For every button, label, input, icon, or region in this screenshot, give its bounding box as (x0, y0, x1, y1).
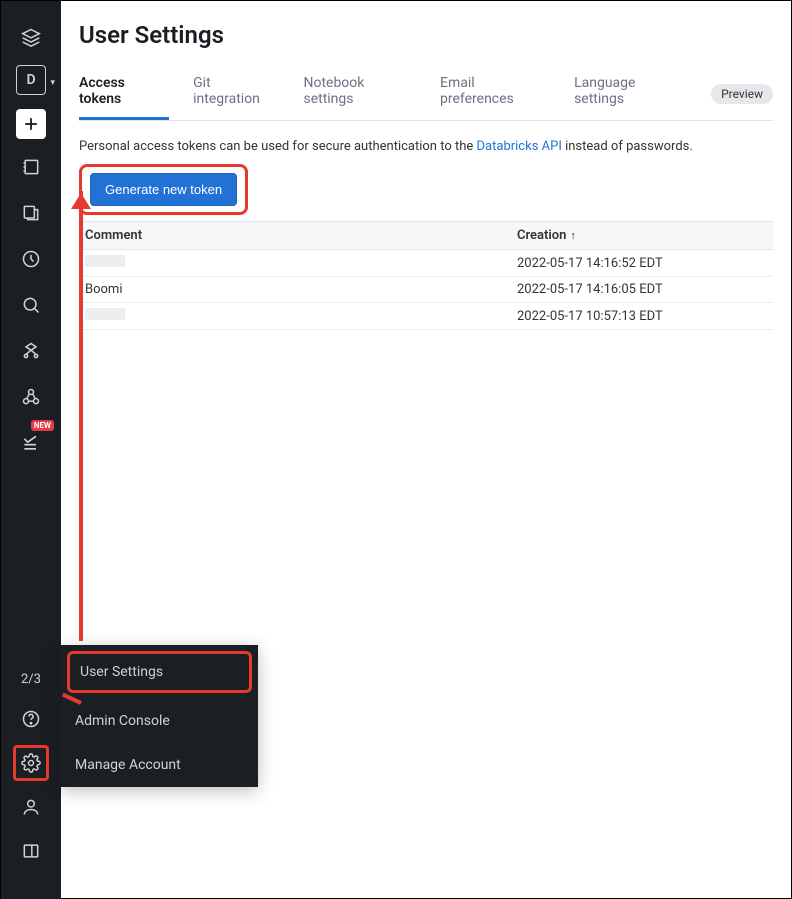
cell-creation: 2022-05-17 14:16:52 EDT (517, 255, 767, 271)
tokens-table: Comment Creation ↑ 2022-05-17 14:16:52 E… (79, 221, 773, 330)
table-row[interactable]: Boomi2022-05-17 14:16:05 EDT (79, 277, 773, 303)
info-text: Personal access tokens can be used for s… (79, 139, 773, 154)
counter-label: 2/3 (21, 672, 41, 687)
cell-creation: 2022-05-17 14:16:05 EDT (517, 282, 767, 297)
tab-email-preferences[interactable]: Email preferences (440, 67, 550, 120)
generate-highlight: Generate new token (79, 164, 248, 215)
col-creation[interactable]: Creation ↑ (517, 228, 767, 243)
search-icon[interactable] (13, 287, 49, 323)
main-content: User Settings Access tokens Git integrat… (61, 1, 791, 898)
compute-icon[interactable] (13, 379, 49, 415)
tab-git-integration[interactable]: Git integration (193, 67, 279, 120)
databricks-api-link[interactable]: Databricks API (477, 139, 562, 154)
preview-pill[interactable]: Preview (711, 84, 773, 104)
cell-comment (85, 255, 517, 271)
tab-notebook-settings[interactable]: Notebook settings (303, 67, 416, 120)
workflows-icon[interactable]: NEW (13, 425, 49, 461)
workspace-menu[interactable]: D ▾ (16, 65, 46, 95)
settings-icon[interactable] (13, 745, 49, 781)
table-header: Comment Creation ↑ (79, 221, 773, 250)
panel-icon[interactable] (13, 833, 49, 869)
chevron-down-icon: ▾ (50, 78, 55, 88)
user-icon[interactable] (13, 789, 49, 825)
help-icon[interactable] (13, 701, 49, 737)
recent-icon[interactable] (13, 241, 49, 277)
tabs: Access tokens Git integration Notebook s… (79, 67, 773, 121)
table-row[interactable]: 2022-05-17 14:16:52 EDT (79, 250, 773, 277)
cell-comment (85, 308, 517, 324)
create-button[interactable] (16, 109, 46, 139)
cell-comment: Boomi (85, 282, 517, 297)
tab-access-tokens[interactable]: Access tokens (79, 67, 169, 120)
page-title: User Settings (79, 21, 773, 49)
logo-icon[interactable] (13, 19, 49, 55)
tab-language-settings[interactable]: Language settings (574, 67, 687, 120)
data-icon[interactable] (13, 333, 49, 369)
notebook-icon[interactable] (13, 149, 49, 185)
new-badge: NEW (31, 420, 54, 431)
repos-icon[interactable] (13, 195, 49, 231)
generate-new-token-button[interactable]: Generate new token (90, 173, 237, 206)
sort-asc-icon: ↑ (570, 229, 576, 242)
col-comment[interactable]: Comment (85, 228, 517, 243)
sidebar-bottom: 2/3 (1, 672, 61, 899)
cell-creation: 2022-05-17 10:57:13 EDT (517, 308, 767, 324)
annotation-arrow (79, 191, 83, 641)
table-row[interactable]: 2022-05-17 10:57:13 EDT (79, 303, 773, 330)
sidebar: D ▾ NEW 2/3 (1, 1, 61, 899)
